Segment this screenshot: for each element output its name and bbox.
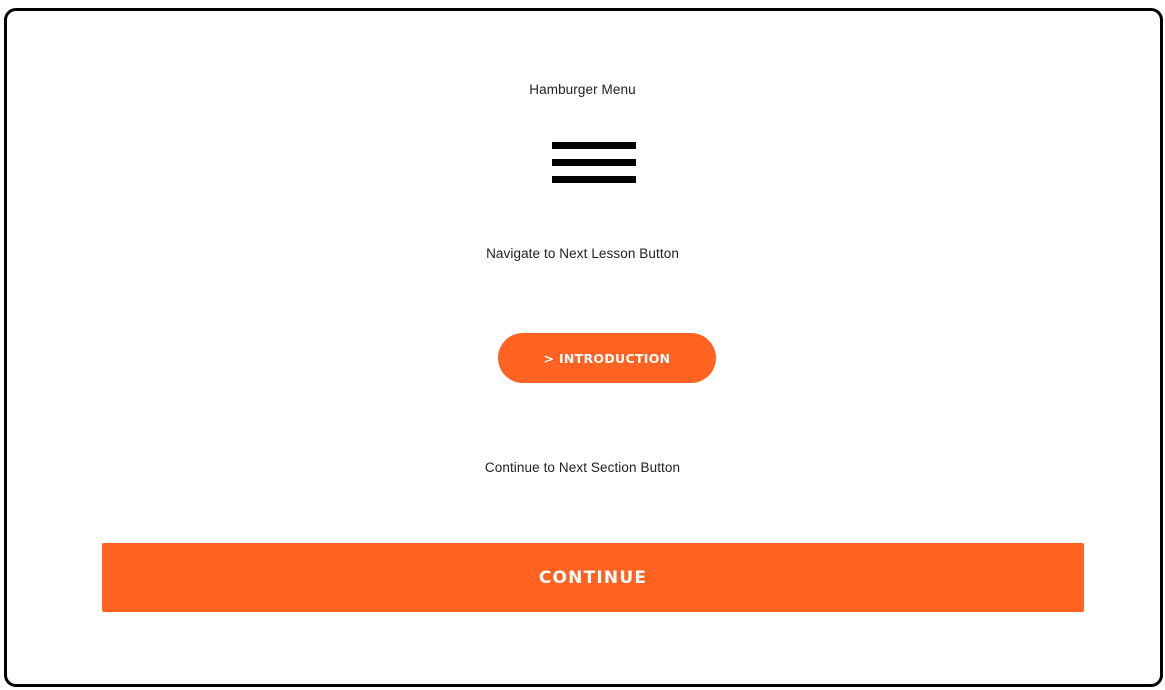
continue-button[interactable]: CONTINUE [102,543,1084,612]
next-section-caption: Continue to Next Section Button [484,460,681,475]
continue-button-label: CONTINUE [538,567,648,588]
next-lesson-button[interactable]: > INTRODUCTION [498,333,716,383]
hamburger-menu-caption: Hamburger Menu [529,82,636,97]
next-lesson-button-label: > INTRODUCTION [543,350,671,366]
hamburger-bar-middle [552,159,636,166]
hamburger-bar-top [552,142,636,149]
next-lesson-caption: Navigate to Next Lesson Button [486,246,679,261]
hamburger-menu-icon[interactable] [552,142,636,186]
hamburger-bar-bottom [552,176,636,183]
